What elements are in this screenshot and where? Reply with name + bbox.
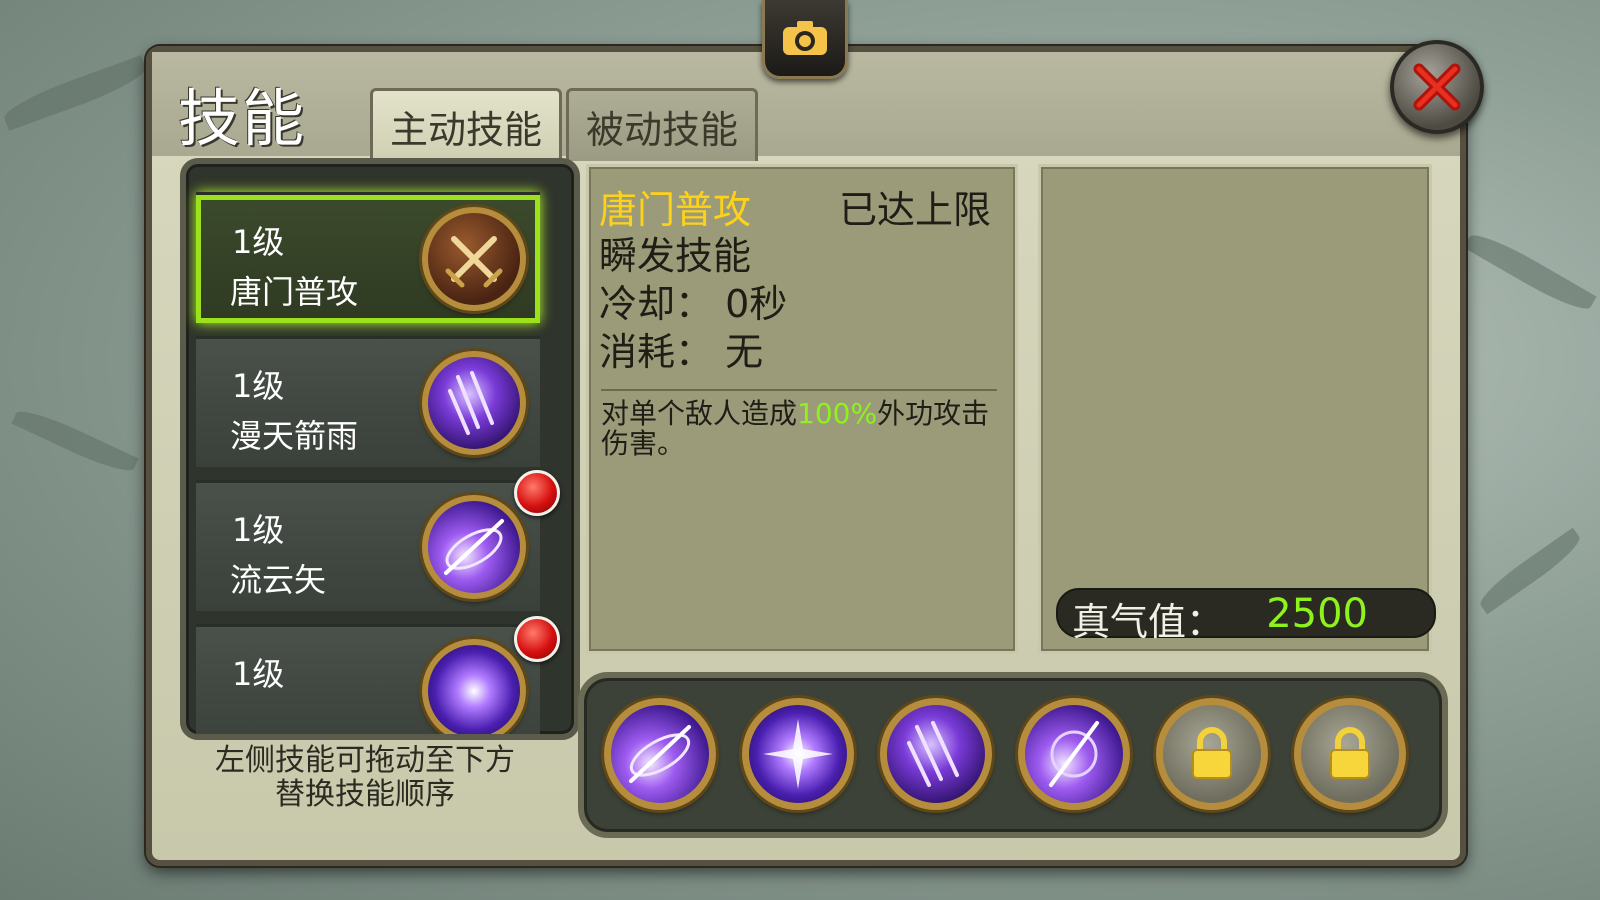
skill-description: 对单个敌人造成100%外功攻击伤害。: [601, 399, 999, 459]
equipped-skill-bar: [578, 672, 1448, 838]
desc-damage-percent: 100%: [797, 397, 878, 430]
close-icon: [1413, 63, 1461, 111]
skill-slot-2[interactable]: [742, 698, 854, 810]
skill-slot-4[interactable]: [1018, 698, 1130, 810]
bamboo-leaf-decoration: [11, 403, 139, 479]
skill-level: 1级: [232, 511, 285, 549]
skill-type: 瞬发技能: [599, 234, 752, 278]
notification-dot: [514, 616, 560, 662]
tab-passive-skills[interactable]: 被动技能: [566, 88, 758, 161]
desc-text: 对单个敌人造成: [601, 397, 798, 430]
lock-icon: [1192, 727, 1232, 779]
skill-list-item[interactable]: 1级 漫天箭雨: [196, 336, 540, 467]
skill-slot-3[interactable]: [880, 698, 992, 810]
qi-label: 真气值：: [1072, 600, 1225, 644]
skill-level: 1级: [232, 367, 285, 405]
bamboo-leaf-decoration: [1474, 527, 1586, 615]
tab-active-skills[interactable]: 主动技能: [370, 88, 562, 161]
skill-slot-1[interactable]: [604, 698, 716, 810]
skill-slot-6[interactable]: [1294, 698, 1406, 810]
skill-list-item[interactable]: 1级: [196, 624, 540, 734]
qi-value: 2500: [1266, 591, 1368, 637]
vortex-arrow-icon: [1049, 721, 1099, 787]
screenshot-button[interactable]: [762, 0, 848, 79]
qi-value-bar: 真气值： 2500: [1056, 588, 1436, 644]
max-level-status: 已达上限: [838, 188, 991, 232]
window-title: 技能: [178, 82, 307, 155]
skill-name: 唐门普攻: [230, 273, 359, 311]
skill-list-item[interactable]: 1级 唐门普攻: [196, 192, 540, 323]
skill-name: 漫天箭雨: [230, 417, 359, 455]
hint-line: 替换技能顺序: [275, 777, 455, 812]
hint-line: 左侧技能可拖动至下方: [215, 743, 515, 778]
skill-slot-5[interactable]: [1156, 698, 1268, 810]
lock-icon: [1330, 727, 1370, 779]
skill-list-item[interactable]: 1级 流云矢: [196, 480, 540, 611]
flowing-cloud-arrow-icon: [422, 495, 526, 599]
arrow-rain-icon: [907, 721, 959, 787]
bamboo-leaf-decoration: [1463, 226, 1597, 318]
skill-cooldown: 冷却： 0秒: [599, 282, 788, 326]
skill-level: 1级: [232, 223, 285, 261]
skill-preview-panel: [1038, 164, 1432, 654]
arrow-rain-icon: [422, 351, 526, 455]
skill-level: 1级: [232, 655, 285, 693]
burst-icon: [422, 639, 526, 734]
drag-hint-text: 左侧技能可拖动至下方 替换技能顺序: [180, 744, 550, 812]
bamboo-leaf-decoration: [0, 55, 150, 131]
flowing-cloud-arrow-icon: [629, 725, 691, 783]
skill-cost: 消耗： 无: [599, 330, 764, 374]
burst-icon: [763, 719, 833, 789]
skill-detail-panel: 唐门普攻 已达上限 瞬发技能 冷却： 0秒 消耗： 无 对单个敌人造成100%外…: [586, 164, 1018, 654]
notification-dot: [514, 470, 560, 516]
crossed-swords-icon: [422, 207, 526, 311]
divider: [601, 389, 997, 391]
camera-icon: [783, 21, 827, 55]
close-button[interactable]: [1390, 40, 1484, 134]
skill-name: 流云矢: [230, 561, 327, 599]
